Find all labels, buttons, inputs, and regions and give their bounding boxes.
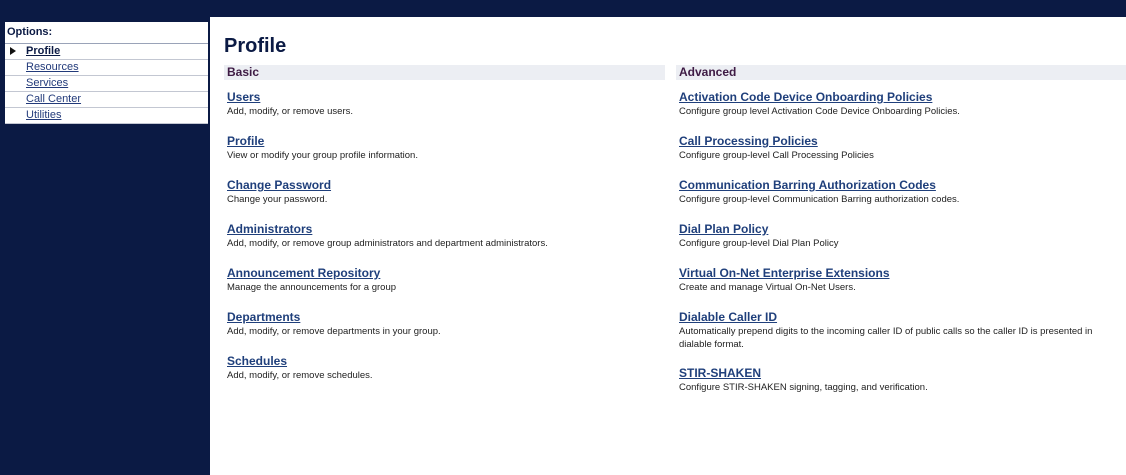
call-processing-policies-description: Configure group-level Call Processing Po… — [679, 150, 874, 161]
dial-plan-policy-description: Configure group-level Dial Plan Policy — [679, 238, 839, 249]
advanced-item-dial-plan: Dial Plan Policy Configure group-level D… — [679, 222, 838, 250]
advanced-item-stir-shaken: STIR-SHAKEN Configure STIR-SHAKEN signin… — [679, 366, 928, 394]
basic-item-change-password: Change Password Change your password. — [227, 178, 331, 206]
departments-link[interactable]: Departments — [227, 310, 441, 324]
advanced-column: Advanced Activation Code Device Onboardi… — [676, 65, 1126, 393]
users-description: Add, modify, or remove users. — [227, 106, 354, 117]
sidebar: Options: Profile Resources Services Call… — [0, 17, 210, 475]
basic-item-schedules: Schedules Add, modify, or remove schedul… — [227, 354, 373, 382]
options-title: Options: — [5, 22, 208, 44]
top-bar — [0, 0, 1126, 17]
announcement-repository-description: Manage the announcements for a group — [227, 282, 397, 293]
announcement-repository-link[interactable]: Announcement Repository — [227, 266, 396, 280]
activation-code-policies-description: Configure group level Activation Code De… — [679, 106, 960, 117]
advanced-section-header: Advanced — [676, 65, 1126, 80]
administrators-link[interactable]: Administrators — [227, 222, 548, 236]
users-link[interactable]: Users — [227, 90, 353, 104]
basic-item-departments: Departments Add, modify, or remove depar… — [227, 310, 441, 338]
virtual-on-net-extensions-link[interactable]: Virtual On-Net Enterprise Extensions — [679, 266, 890, 280]
advanced-item-communication-barring: Communication Barring Authorization Code… — [679, 178, 959, 206]
sidebar-item-label: Call Center — [26, 93, 82, 105]
stir-shaken-description: Configure STIR-SHAKEN signing, tagging, … — [679, 382, 928, 393]
schedules-link[interactable]: Schedules — [227, 354, 373, 368]
basic-item-administrators: Administrators Add, modify, or remove gr… — [227, 222, 548, 250]
sidebar-item-resources[interactable]: Resources — [5, 60, 208, 76]
profile-description: View or modify your group profile inform… — [227, 150, 418, 161]
administrators-description: Add, modify, or remove group administrat… — [227, 238, 548, 249]
sidebar-item-label: Services — [26, 77, 69, 89]
communication-barring-codes-link[interactable]: Communication Barring Authorization Code… — [679, 178, 959, 192]
change-password-link[interactable]: Change Password — [227, 178, 331, 192]
virtual-on-net-extensions-description: Create and manage Virtual On-Net Users. — [679, 282, 856, 293]
basic-item-profile: Profile View or modify your group profil… — [227, 134, 418, 162]
sidebar-item-utilities[interactable]: Utilities — [5, 108, 208, 124]
page-title: Profile — [224, 35, 287, 57]
sidebar-item-call-center[interactable]: Call Center — [5, 92, 208, 108]
sidebar-item-label: Resources — [26, 61, 79, 73]
basic-item-users: Users Add, modify, or remove users. — [227, 90, 353, 118]
activation-code-policies-link[interactable]: Activation Code Device Onboarding Polici… — [679, 90, 960, 104]
dial-plan-policy-link[interactable]: Dial Plan Policy — [679, 222, 838, 236]
communication-barring-codes-description: Configure group-level Communication Barr… — [679, 194, 960, 205]
options-panel: Options: Profile Resources Services Call… — [5, 22, 208, 124]
advanced-item-call-processing: Call Processing Policies Configure group… — [679, 134, 874, 162]
main-content: Profile Basic Users Add, modify, or remo… — [215, 17, 1126, 475]
stir-shaken-link[interactable]: STIR-SHAKEN — [679, 366, 928, 380]
sidebar-item-label: Profile — [26, 45, 61, 57]
change-password-description: Change your password. — [227, 194, 328, 205]
call-processing-policies-link[interactable]: Call Processing Policies — [679, 134, 874, 148]
schedules-description: Add, modify, or remove schedules. — [227, 370, 373, 381]
current-page-arrow-icon — [10, 47, 16, 55]
basic-section-header: Basic — [224, 65, 665, 80]
departments-description: Add, modify, or remove departments in yo… — [227, 326, 441, 337]
sidebar-item-profile[interactable]: Profile — [5, 44, 208, 60]
advanced-item-virtual-on-net: Virtual On-Net Enterprise Extensions Cre… — [679, 266, 890, 294]
sidebar-item-services[interactable]: Services — [5, 76, 208, 92]
basic-item-announcement-repository: Announcement Repository Manage the annou… — [227, 266, 396, 294]
sidebar-item-label: Utilities — [26, 109, 62, 121]
profile-link[interactable]: Profile — [227, 134, 418, 148]
basic-column: Basic Users Add, modify, or remove users… — [224, 65, 665, 381]
advanced-item-dialable-caller-id: Dialable Caller ID Automatically prepend… — [679, 310, 1126, 351]
dialable-caller-id-description: Automatically prepend digits to the inco… — [679, 326, 1093, 350]
advanced-item-activation-code: Activation Code Device Onboarding Polici… — [679, 90, 960, 118]
dialable-caller-id-link[interactable]: Dialable Caller ID — [679, 310, 1126, 324]
